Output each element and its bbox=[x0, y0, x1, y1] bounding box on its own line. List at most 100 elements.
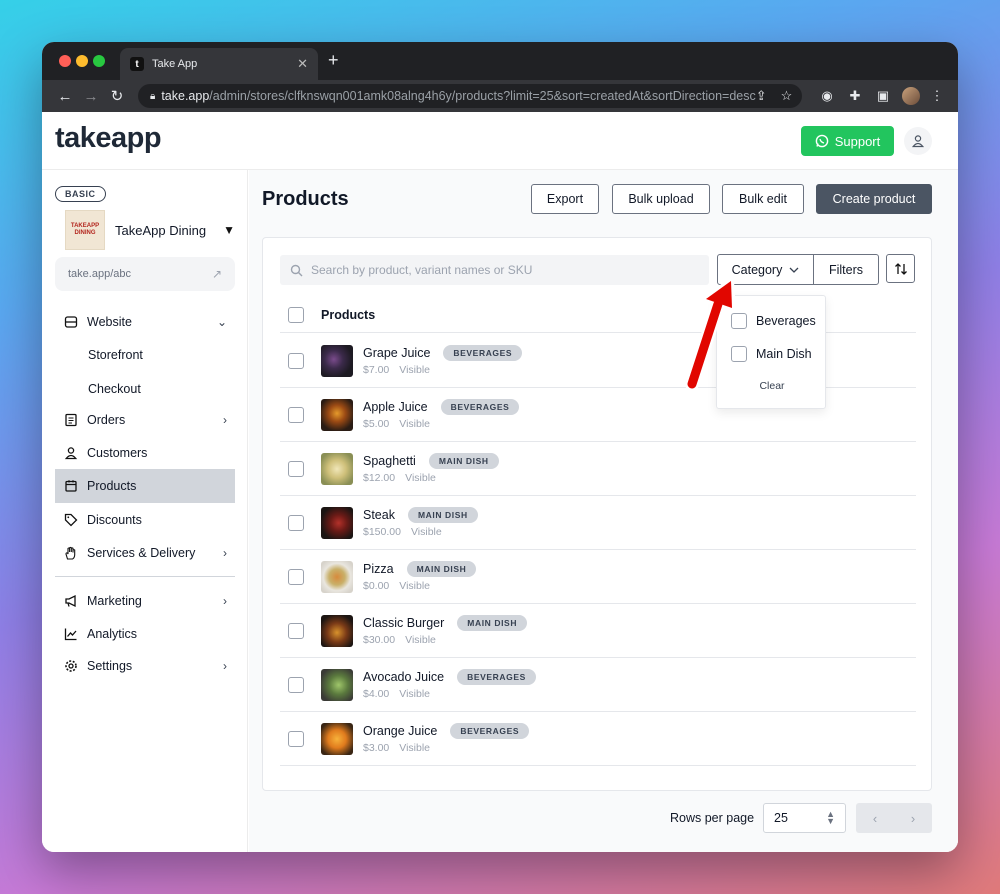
clear-filter-button[interactable]: Clear bbox=[717, 380, 827, 392]
prev-page-icon[interactable]: ‹ bbox=[873, 811, 877, 826]
sidebar-item-services-delivery[interactable]: Services & Delivery › bbox=[55, 536, 235, 570]
sidebar-item-orders[interactable]: Orders › bbox=[55, 403, 235, 437]
user-menu-button[interactable] bbox=[904, 127, 932, 155]
product-thumbnail bbox=[321, 614, 353, 647]
row-checkbox[interactable] bbox=[288, 622, 304, 639]
row-checkbox[interactable] bbox=[288, 352, 304, 369]
url-field[interactable]: 🔒︎ take.app/admin/stores/clfknswqn001amk… bbox=[138, 84, 802, 108]
chevron-down-icon bbox=[789, 267, 799, 273]
product-name: Steak bbox=[363, 508, 395, 522]
app-page: takeapp Support BASIC TAKEAPP DINING Tak… bbox=[42, 112, 958, 852]
external-link-icon[interactable]: ↗ bbox=[212, 267, 222, 281]
sidebar-item-settings[interactable]: Settings › bbox=[55, 649, 235, 683]
browser-tab[interactable]: t Take App ✕ bbox=[120, 48, 318, 80]
product-thumbnail bbox=[321, 452, 353, 485]
product-name: Spaghetti bbox=[363, 454, 416, 468]
close-window-button[interactable] bbox=[59, 55, 71, 67]
category-option-beverages[interactable]: Beverages bbox=[731, 313, 816, 329]
profile-avatar[interactable] bbox=[902, 87, 920, 105]
chevron-down-icon: ⌄ bbox=[216, 315, 227, 329]
table-row[interactable]: Classic Burger MAIN DISH $30.00 Visible bbox=[280, 604, 916, 658]
forward-icon[interactable]: → bbox=[78, 88, 104, 105]
hand-icon bbox=[63, 545, 79, 561]
main-content: Products Export Bulk upload Bulk edit Cr… bbox=[249, 170, 958, 852]
row-checkbox[interactable] bbox=[288, 406, 304, 423]
extensions-puzzle-icon[interactable]: ✚ bbox=[844, 88, 866, 104]
product-price: $12.00 bbox=[363, 472, 396, 484]
store-link[interactable]: take.app/abc ↗ bbox=[55, 257, 235, 291]
sidebar-item-products[interactable]: Products bbox=[55, 469, 235, 503]
row-checkbox[interactable] bbox=[288, 568, 304, 585]
product-status: Visible bbox=[399, 580, 431, 592]
search-input[interactable] bbox=[311, 263, 691, 277]
table-row[interactable]: Steak MAIN DISH $150.00 Visible bbox=[280, 496, 916, 550]
select-all-checkbox[interactable] bbox=[288, 307, 304, 323]
product-name: Pizza bbox=[363, 562, 394, 576]
product-info: Spaghetti MAIN DISH $12.00 Visible bbox=[363, 453, 499, 484]
reload-icon[interactable]: ↻ bbox=[104, 87, 130, 105]
product-status: Visible bbox=[399, 688, 431, 700]
app-header: takeapp Support bbox=[42, 112, 958, 170]
sidebar-item-analytics[interactable]: Analytics bbox=[55, 617, 235, 651]
category-badge: MAIN DISH bbox=[406, 561, 477, 577]
products-card: Category Filters Products Grape Juice BEV… bbox=[262, 237, 932, 791]
takeapp-logo[interactable]: takeapp bbox=[55, 122, 162, 155]
export-button[interactable]: Export bbox=[531, 184, 599, 214]
list-icon bbox=[63, 412, 79, 428]
sidebar-item-storefront[interactable]: Storefront bbox=[88, 348, 143, 362]
table-row[interactable]: Orange Juice BEVERAGES $3.00 Visible bbox=[280, 712, 916, 766]
row-checkbox[interactable] bbox=[288, 514, 304, 531]
product-info: Classic Burger MAIN DISH $30.00 Visible bbox=[363, 615, 528, 646]
row-checkbox[interactable] bbox=[288, 730, 304, 747]
sidebar-item-checkout[interactable]: Checkout bbox=[88, 382, 141, 396]
extension-globe-icon[interactable]: ◉ bbox=[816, 88, 838, 104]
product-name: Apple Juice bbox=[363, 400, 428, 414]
share-icon[interactable]: ⇪ bbox=[756, 88, 767, 104]
option-label: Main Dish bbox=[756, 347, 812, 361]
product-thumbnail bbox=[321, 344, 353, 377]
row-checkbox[interactable] bbox=[288, 460, 304, 477]
sidebar-item-discounts[interactable]: Discounts bbox=[55, 503, 235, 537]
product-status: Visible bbox=[399, 742, 431, 754]
table-row[interactable]: Pizza MAIN DISH $0.00 Visible bbox=[280, 550, 916, 604]
category-badge: BEVERAGES bbox=[443, 345, 523, 361]
category-filter-button[interactable]: Category bbox=[717, 254, 814, 285]
option-checkbox[interactable] bbox=[731, 346, 747, 362]
sidebar: BASIC TAKEAPP DINING TakeApp Dining ▼ ta… bbox=[42, 170, 248, 852]
back-icon[interactable]: ← bbox=[52, 88, 78, 105]
table-row[interactable]: Spaghetti MAIN DISH $12.00 Visible bbox=[280, 442, 916, 496]
search-box[interactable] bbox=[280, 255, 709, 285]
create-product-button[interactable]: Create product bbox=[816, 184, 932, 214]
product-price: $4.00 bbox=[363, 688, 390, 700]
table-row[interactable]: Avocado Juice BEVERAGES $4.00 Visible bbox=[280, 658, 916, 712]
bulk-edit-button[interactable]: Bulk edit bbox=[722, 184, 804, 214]
bulk-upload-button[interactable]: Bulk upload bbox=[612, 184, 710, 214]
sidebar-item-marketing[interactable]: Marketing › bbox=[55, 584, 235, 618]
filters-button[interactable]: Filters bbox=[813, 254, 879, 285]
favicon-icon: t bbox=[130, 57, 144, 71]
sidepanel-icon[interactable]: ▣ bbox=[872, 88, 894, 104]
support-label: Support bbox=[834, 133, 881, 149]
sort-arrows-icon bbox=[894, 262, 907, 275]
store-switcher[interactable]: TAKEAPP DINING TakeApp Dining ▼ bbox=[65, 210, 235, 250]
next-page-icon[interactable]: › bbox=[911, 811, 915, 826]
product-status: Visible bbox=[405, 634, 436, 646]
minimize-window-button[interactable] bbox=[76, 55, 88, 67]
maximize-window-button[interactable] bbox=[93, 55, 105, 67]
sidebar-item-label: Discounts bbox=[87, 513, 142, 527]
support-button[interactable]: Support bbox=[801, 126, 894, 156]
sidebar-item-customers[interactable]: Customers bbox=[55, 436, 235, 470]
gear-icon bbox=[63, 658, 79, 674]
tab-close-icon[interactable]: ✕ bbox=[297, 56, 308, 72]
category-option-main-dish[interactable]: Main Dish bbox=[731, 346, 812, 362]
sidebar-item-website[interactable]: Website ⌄ bbox=[55, 305, 235, 339]
product-price: $0.00 bbox=[363, 580, 390, 592]
chevron-right-icon: › bbox=[223, 659, 227, 673]
sort-button[interactable] bbox=[886, 254, 915, 283]
browser-menu-icon[interactable]: ⋮ bbox=[926, 88, 948, 104]
new-tab-icon[interactable]: + bbox=[328, 50, 339, 71]
option-checkbox[interactable] bbox=[731, 313, 747, 329]
bookmark-star-icon[interactable]: ☆ bbox=[781, 88, 793, 104]
rows-per-page-select[interactable]: 25 ▲ ▼ bbox=[763, 803, 846, 833]
row-checkbox[interactable] bbox=[288, 676, 304, 693]
